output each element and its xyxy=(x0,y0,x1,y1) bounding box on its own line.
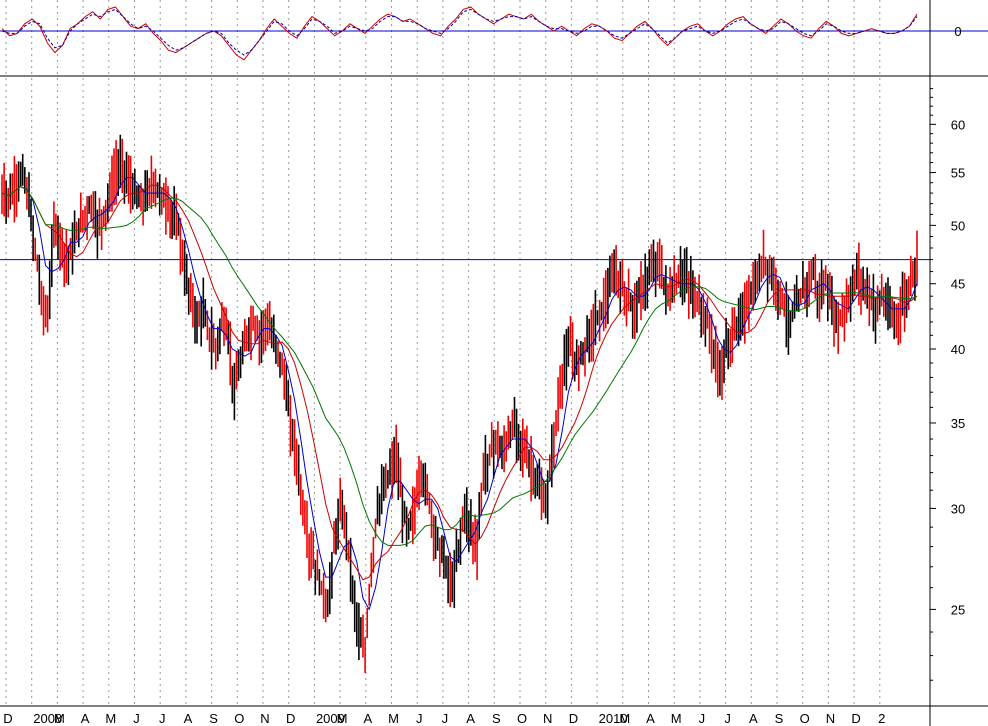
oscillator-series-0 xyxy=(1,6,918,61)
x-tick-label-8: S xyxy=(209,711,218,726)
osc-tick-0: 0 xyxy=(954,24,961,39)
x-tick-label-7: A xyxy=(184,711,193,726)
oscillator-panel xyxy=(0,6,988,61)
y-tick-label-5: 50 xyxy=(951,218,965,233)
x-tick-label-5: J xyxy=(133,711,140,726)
y-tick-label-3: 40 xyxy=(951,342,965,357)
x-tick-label-2: M xyxy=(54,711,65,726)
x-tick-label-19: S xyxy=(492,711,501,726)
vertical-gridlines xyxy=(5,0,881,706)
x-tick-label-34: 2 xyxy=(878,711,885,726)
x-tick-label-27: J xyxy=(699,711,706,726)
x-tick-label-28: J xyxy=(724,711,731,726)
x-tick-label-17: J xyxy=(442,711,449,726)
x-tick-label-20: O xyxy=(517,711,527,726)
x-tick-label-13: M xyxy=(337,711,348,726)
x-tick-label-3: A xyxy=(81,711,90,726)
x-tick-label-9: O xyxy=(234,711,244,726)
x-tick-label-14: A xyxy=(363,711,372,726)
x-tick-label-16: J xyxy=(416,711,423,726)
x-tick-label-0: D xyxy=(3,711,12,726)
x-tick-label-33: D xyxy=(851,711,860,726)
x-tick-label-4: M xyxy=(105,711,116,726)
x-tick-label-26: M xyxy=(671,711,682,726)
x-tick-label-29: A xyxy=(749,711,758,726)
x-tick-label-31: O xyxy=(800,711,810,726)
moving-average-0 xyxy=(1,177,918,611)
x-tick-label-10: N xyxy=(260,711,269,726)
y-tick-label-4: 45 xyxy=(951,277,965,292)
y-tick-label-6: 55 xyxy=(951,166,965,181)
moving-average-2 xyxy=(1,186,918,546)
y-tick-label-7: 60 xyxy=(951,117,965,132)
x-tick-label-21: N xyxy=(543,711,552,726)
x-tick-label-32: N xyxy=(826,711,835,726)
x-tick-label-25: A xyxy=(646,711,655,726)
x-tick-label-15: M xyxy=(388,711,399,726)
y-tick-label-0: 25 xyxy=(951,602,965,617)
price-panel xyxy=(0,134,930,673)
x-tick-label-24: M xyxy=(619,711,630,726)
x-tick-label-30: S xyxy=(775,711,784,726)
x-tick-label-11: D xyxy=(286,711,295,726)
chart-canvas: 02530354045505560D 2008M A M J J A S O N D 2009M A M J… xyxy=(0,0,988,726)
oscillator-series-1 xyxy=(1,8,918,56)
y-tick-label-1: 30 xyxy=(951,501,965,516)
y-tick-label-2: 35 xyxy=(951,416,965,431)
x-tick-label-18: A xyxy=(466,711,475,726)
x-tick-label-22: D xyxy=(569,711,578,726)
x-tick-label-6: J xyxy=(159,711,166,726)
